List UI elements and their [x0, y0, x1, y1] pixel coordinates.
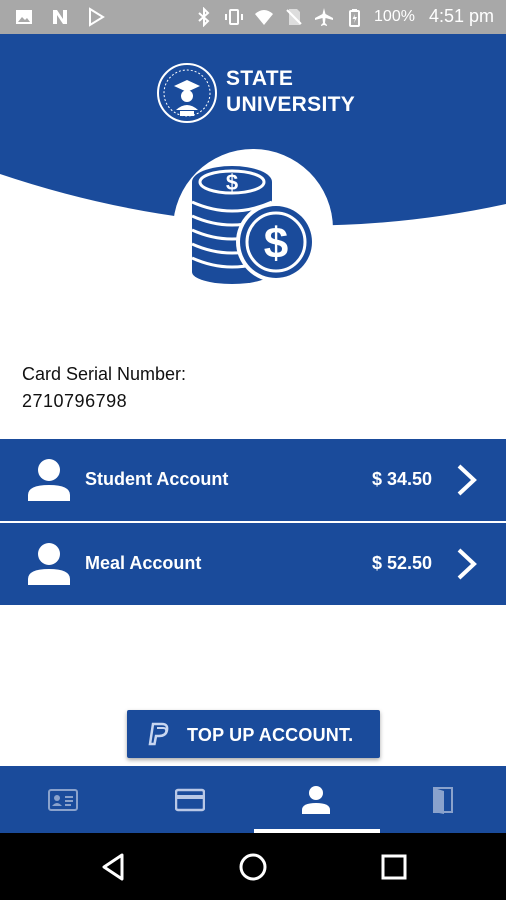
wifi-icon [255, 9, 274, 25]
account-name: Student Account [85, 469, 229, 489]
airplane-icon [315, 7, 334, 26]
card-serial-number: 2710796798 [22, 391, 128, 411]
clock: 4:51 pm [428, 6, 494, 26]
person-icon [28, 459, 70, 501]
svg-text:$: $ [264, 219, 288, 268]
back-icon[interactable] [98, 851, 130, 883]
id-card-icon [48, 788, 78, 811]
vibrate-icon [225, 8, 244, 25]
brand-line-2: UNIVERSITY [226, 93, 356, 116]
account-balance: $ 52.50 [371, 553, 432, 573]
meal-account-row[interactable]: Meal Account $ 52.50 [0, 523, 506, 605]
credit-card-icon [175, 788, 205, 811]
university-seal-icon [157, 63, 217, 123]
tab-account[interactable] [253, 766, 379, 833]
tab-id-card[interactable] [0, 766, 126, 833]
door-icon [433, 786, 453, 814]
play-store-icon [89, 7, 105, 27]
account-name: Meal Account [85, 553, 202, 573]
dollar-coins-icon: $ $ [191, 166, 316, 284]
battery-percent: 100% [374, 7, 415, 25]
tab-payment-card[interactable] [127, 766, 253, 833]
student-account-row[interactable]: Student Account $ 34.50 [0, 439, 506, 521]
no-sim-icon [286, 8, 302, 25]
chevron-right-icon [457, 464, 477, 496]
n-app-icon [53, 10, 67, 24]
account-balance: $ 34.50 [371, 469, 432, 489]
chevron-right-icon [457, 548, 477, 580]
top-up-label: TOP UP ACCOUNT. [187, 725, 354, 745]
image-icon [16, 10, 32, 24]
home-icon[interactable] [237, 851, 269, 883]
brand-name: STATE UNIVERSITY [226, 66, 355, 118]
status-bar: 100% 4:51 pm [0, 0, 506, 34]
bottom-navigation [0, 766, 506, 833]
brand-line-1: STATE [226, 67, 294, 90]
person-icon [302, 785, 330, 814]
card-serial-label: Card Serial Number: [22, 364, 187, 384]
system-navigation-bar [0, 833, 506, 900]
paypal-icon [148, 722, 169, 746]
svg-text:$: $ [226, 170, 238, 195]
battery-icon [349, 8, 361, 27]
tab-logout[interactable] [380, 766, 506, 833]
top-up-account-button[interactable]: TOP UP ACCOUNT. [127, 710, 380, 758]
person-icon [28, 543, 70, 585]
recents-icon[interactable] [378, 851, 410, 883]
bluetooth-icon [198, 6, 210, 27]
